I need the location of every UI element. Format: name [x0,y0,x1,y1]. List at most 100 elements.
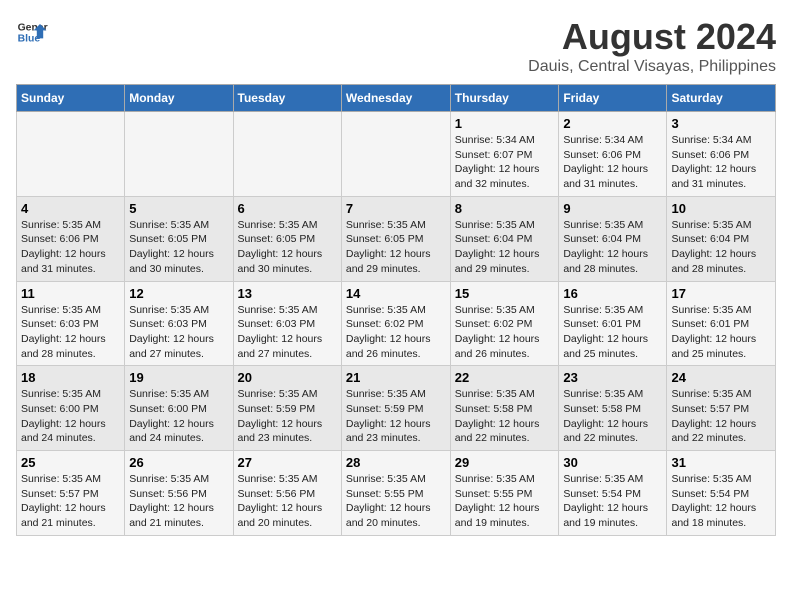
day-info: Sunrise: 5:35 AM Sunset: 6:02 PM Dayligh… [455,303,555,362]
logo: General Blue [16,16,48,48]
day-info: Sunrise: 5:35 AM Sunset: 5:59 PM Dayligh… [346,387,446,446]
day-info: Sunrise: 5:35 AM Sunset: 6:03 PM Dayligh… [129,303,228,362]
day-info: Sunrise: 5:35 AM Sunset: 5:57 PM Dayligh… [21,472,120,531]
calendar-cell: 14 Sunrise: 5:35 AM Sunset: 6:02 PM Dayli… [341,281,450,366]
day-number: 9 [563,201,662,216]
calendar-cell: 7 Sunrise: 5:35 AM Sunset: 6:05 PM Daylig… [341,196,450,281]
calendar-cell [125,112,233,197]
day-number: 19 [129,370,228,385]
day-info: Sunrise: 5:35 AM Sunset: 6:04 PM Dayligh… [455,218,555,277]
day-number: 25 [21,455,120,470]
day-number: 29 [455,455,555,470]
weekday-header-row: SundayMondayTuesdayWednesdayThursdayFrid… [17,85,776,112]
day-number: 21 [346,370,446,385]
calendar-cell: 15 Sunrise: 5:35 AM Sunset: 6:02 PM Dayli… [450,281,559,366]
weekday-header-wednesday: Wednesday [341,85,450,112]
calendar-cell: 26 Sunrise: 5:35 AM Sunset: 5:56 PM Dayli… [125,451,233,536]
day-info: Sunrise: 5:35 AM Sunset: 6:02 PM Dayligh… [346,303,446,362]
calendar-cell: 12Sunrise: 5:35 AM Sunset: 6:03 PM Dayli… [125,281,233,366]
day-number: 13 [238,286,337,301]
day-info: Sunrise: 5:35 AM Sunset: 5:55 PM Dayligh… [346,472,446,531]
calendar-cell: 28 Sunrise: 5:35 AM Sunset: 5:55 PM Dayli… [341,451,450,536]
day-info: Sunrise: 5:35 AM Sunset: 5:57 PM Dayligh… [671,387,771,446]
weekday-header-tuesday: Tuesday [233,85,341,112]
day-number: 28 [346,455,446,470]
calendar-week-4: 18 Sunrise: 5:35 AM Sunset: 6:00 PM Dayli… [17,366,776,451]
calendar-cell: 3 Sunrise: 5:34 AM Sunset: 6:06 PM Daylig… [667,112,776,197]
calendar-cell: 30Sunrise: 5:35 AM Sunset: 5:54 PM Dayli… [559,451,667,536]
day-number: 6 [238,201,337,216]
calendar-cell: 21 Sunrise: 5:35 AM Sunset: 5:59 PM Dayli… [341,366,450,451]
calendar-cell: 1Sunrise: 5:34 AM Sunset: 6:07 PM Daylig… [450,112,559,197]
day-info: Sunrise: 5:35 AM Sunset: 6:05 PM Dayligh… [346,218,446,277]
calendar-cell: 19 Sunrise: 5:35 AM Sunset: 6:00 PM Dayli… [125,366,233,451]
day-info: Sunrise: 5:35 AM Sunset: 6:00 PM Dayligh… [21,387,120,446]
calendar-cell: 24 Sunrise: 5:35 AM Sunset: 5:57 PM Dayli… [667,366,776,451]
day-info: Sunrise: 5:35 AM Sunset: 5:55 PM Dayligh… [455,472,555,531]
weekday-header-friday: Friday [559,85,667,112]
calendar-cell: 17 Sunrise: 5:35 AM Sunset: 6:01 PM Dayli… [667,281,776,366]
calendar-cell: 31 Sunrise: 5:35 AM Sunset: 5:54 PM Dayli… [667,451,776,536]
day-number: 17 [671,286,771,301]
day-info: Sunrise: 5:35 AM Sunset: 6:03 PM Dayligh… [238,303,337,362]
calendar-cell: 16 Sunrise: 5:35 AM Sunset: 6:01 PM Dayli… [559,281,667,366]
day-info: Sunrise: 5:35 AM Sunset: 6:03 PM Dayligh… [21,303,120,362]
calendar-week-1: 1Sunrise: 5:34 AM Sunset: 6:07 PM Daylig… [17,112,776,197]
calendar-cell: 9 Sunrise: 5:35 AM Sunset: 6:04 PM Daylig… [559,196,667,281]
day-number: 3 [671,116,771,131]
day-info: Sunrise: 5:35 AM Sunset: 5:58 PM Dayligh… [563,387,662,446]
calendar-week-5: 25 Sunrise: 5:35 AM Sunset: 5:57 PM Dayli… [17,451,776,536]
day-info: Sunrise: 5:35 AM Sunset: 5:54 PM Dayligh… [671,472,771,531]
calendar-cell: 20Sunrise: 5:35 AM Sunset: 5:59 PM Dayli… [233,366,341,451]
day-number: 14 [346,286,446,301]
day-number: 31 [671,455,771,470]
day-number: 7 [346,201,446,216]
day-info: Sunrise: 5:35 AM Sunset: 6:01 PM Dayligh… [671,303,771,362]
day-info: Sunrise: 5:35 AM Sunset: 6:04 PM Dayligh… [671,218,771,277]
day-info: Sunrise: 5:35 AM Sunset: 5:56 PM Dayligh… [238,472,337,531]
header: General Blue August 2024 Dauis, Central … [16,16,776,76]
title-area: August 2024 Dauis, Central Visayas, Phil… [528,16,776,76]
day-number: 4 [21,201,120,216]
day-number: 15 [455,286,555,301]
day-number: 18 [21,370,120,385]
day-info: Sunrise: 5:35 AM Sunset: 5:56 PM Dayligh… [129,472,228,531]
day-number: 27 [238,455,337,470]
calendar-cell: 23 Sunrise: 5:35 AM Sunset: 5:58 PM Dayli… [559,366,667,451]
calendar-cell: 22 Sunrise: 5:35 AM Sunset: 5:58 PM Dayli… [450,366,559,451]
calendar-cell [233,112,341,197]
day-number: 30 [563,455,662,470]
calendar-cell: 4 Sunrise: 5:35 AM Sunset: 6:06 PM Daylig… [17,196,125,281]
day-number: 16 [563,286,662,301]
day-number: 23 [563,370,662,385]
day-number: 2 [563,116,662,131]
day-info: Sunrise: 5:35 AM Sunset: 6:06 PM Dayligh… [21,218,120,277]
calendar-table: SundayMondayTuesdayWednesdayThursdayFrid… [16,84,776,536]
calendar-cell [341,112,450,197]
logo-icon: General Blue [16,16,48,48]
day-info: Sunrise: 5:34 AM Sunset: 6:06 PM Dayligh… [671,133,771,192]
day-info: Sunrise: 5:35 AM Sunset: 6:01 PM Dayligh… [563,303,662,362]
day-info: Sunrise: 5:35 AM Sunset: 6:04 PM Dayligh… [563,218,662,277]
weekday-header-sunday: Sunday [17,85,125,112]
day-number: 5 [129,201,228,216]
calendar-cell: 29 Sunrise: 5:35 AM Sunset: 5:55 PM Dayli… [450,451,559,536]
day-number: 26 [129,455,228,470]
subtitle: Dauis, Central Visayas, Philippines [528,58,776,76]
day-number: 8 [455,201,555,216]
day-info: Sunrise: 5:35 AM Sunset: 6:00 PM Dayligh… [129,387,228,446]
calendar-cell: 18 Sunrise: 5:35 AM Sunset: 6:00 PM Dayli… [17,366,125,451]
calendar-cell: 2Sunrise: 5:34 AM Sunset: 6:06 PM Daylig… [559,112,667,197]
calendar-cell: 11Sunrise: 5:35 AM Sunset: 6:03 PM Dayli… [17,281,125,366]
calendar-cell: 8 Sunrise: 5:35 AM Sunset: 6:04 PM Daylig… [450,196,559,281]
weekday-header-monday: Monday [125,85,233,112]
calendar-cell [17,112,125,197]
day-number: 24 [671,370,771,385]
calendar-cell: 5Sunrise: 5:35 AM Sunset: 6:05 PM Daylig… [125,196,233,281]
day-info: Sunrise: 5:34 AM Sunset: 6:07 PM Dayligh… [455,133,555,192]
day-info: Sunrise: 5:35 AM Sunset: 5:58 PM Dayligh… [455,387,555,446]
calendar-cell: 6Sunrise: 5:35 AM Sunset: 6:05 PM Daylig… [233,196,341,281]
day-number: 22 [455,370,555,385]
calendar-cell: 27 Sunrise: 5:35 AM Sunset: 5:56 PM Dayli… [233,451,341,536]
calendar-cell: 13 Sunrise: 5:35 AM Sunset: 6:03 PM Dayli… [233,281,341,366]
